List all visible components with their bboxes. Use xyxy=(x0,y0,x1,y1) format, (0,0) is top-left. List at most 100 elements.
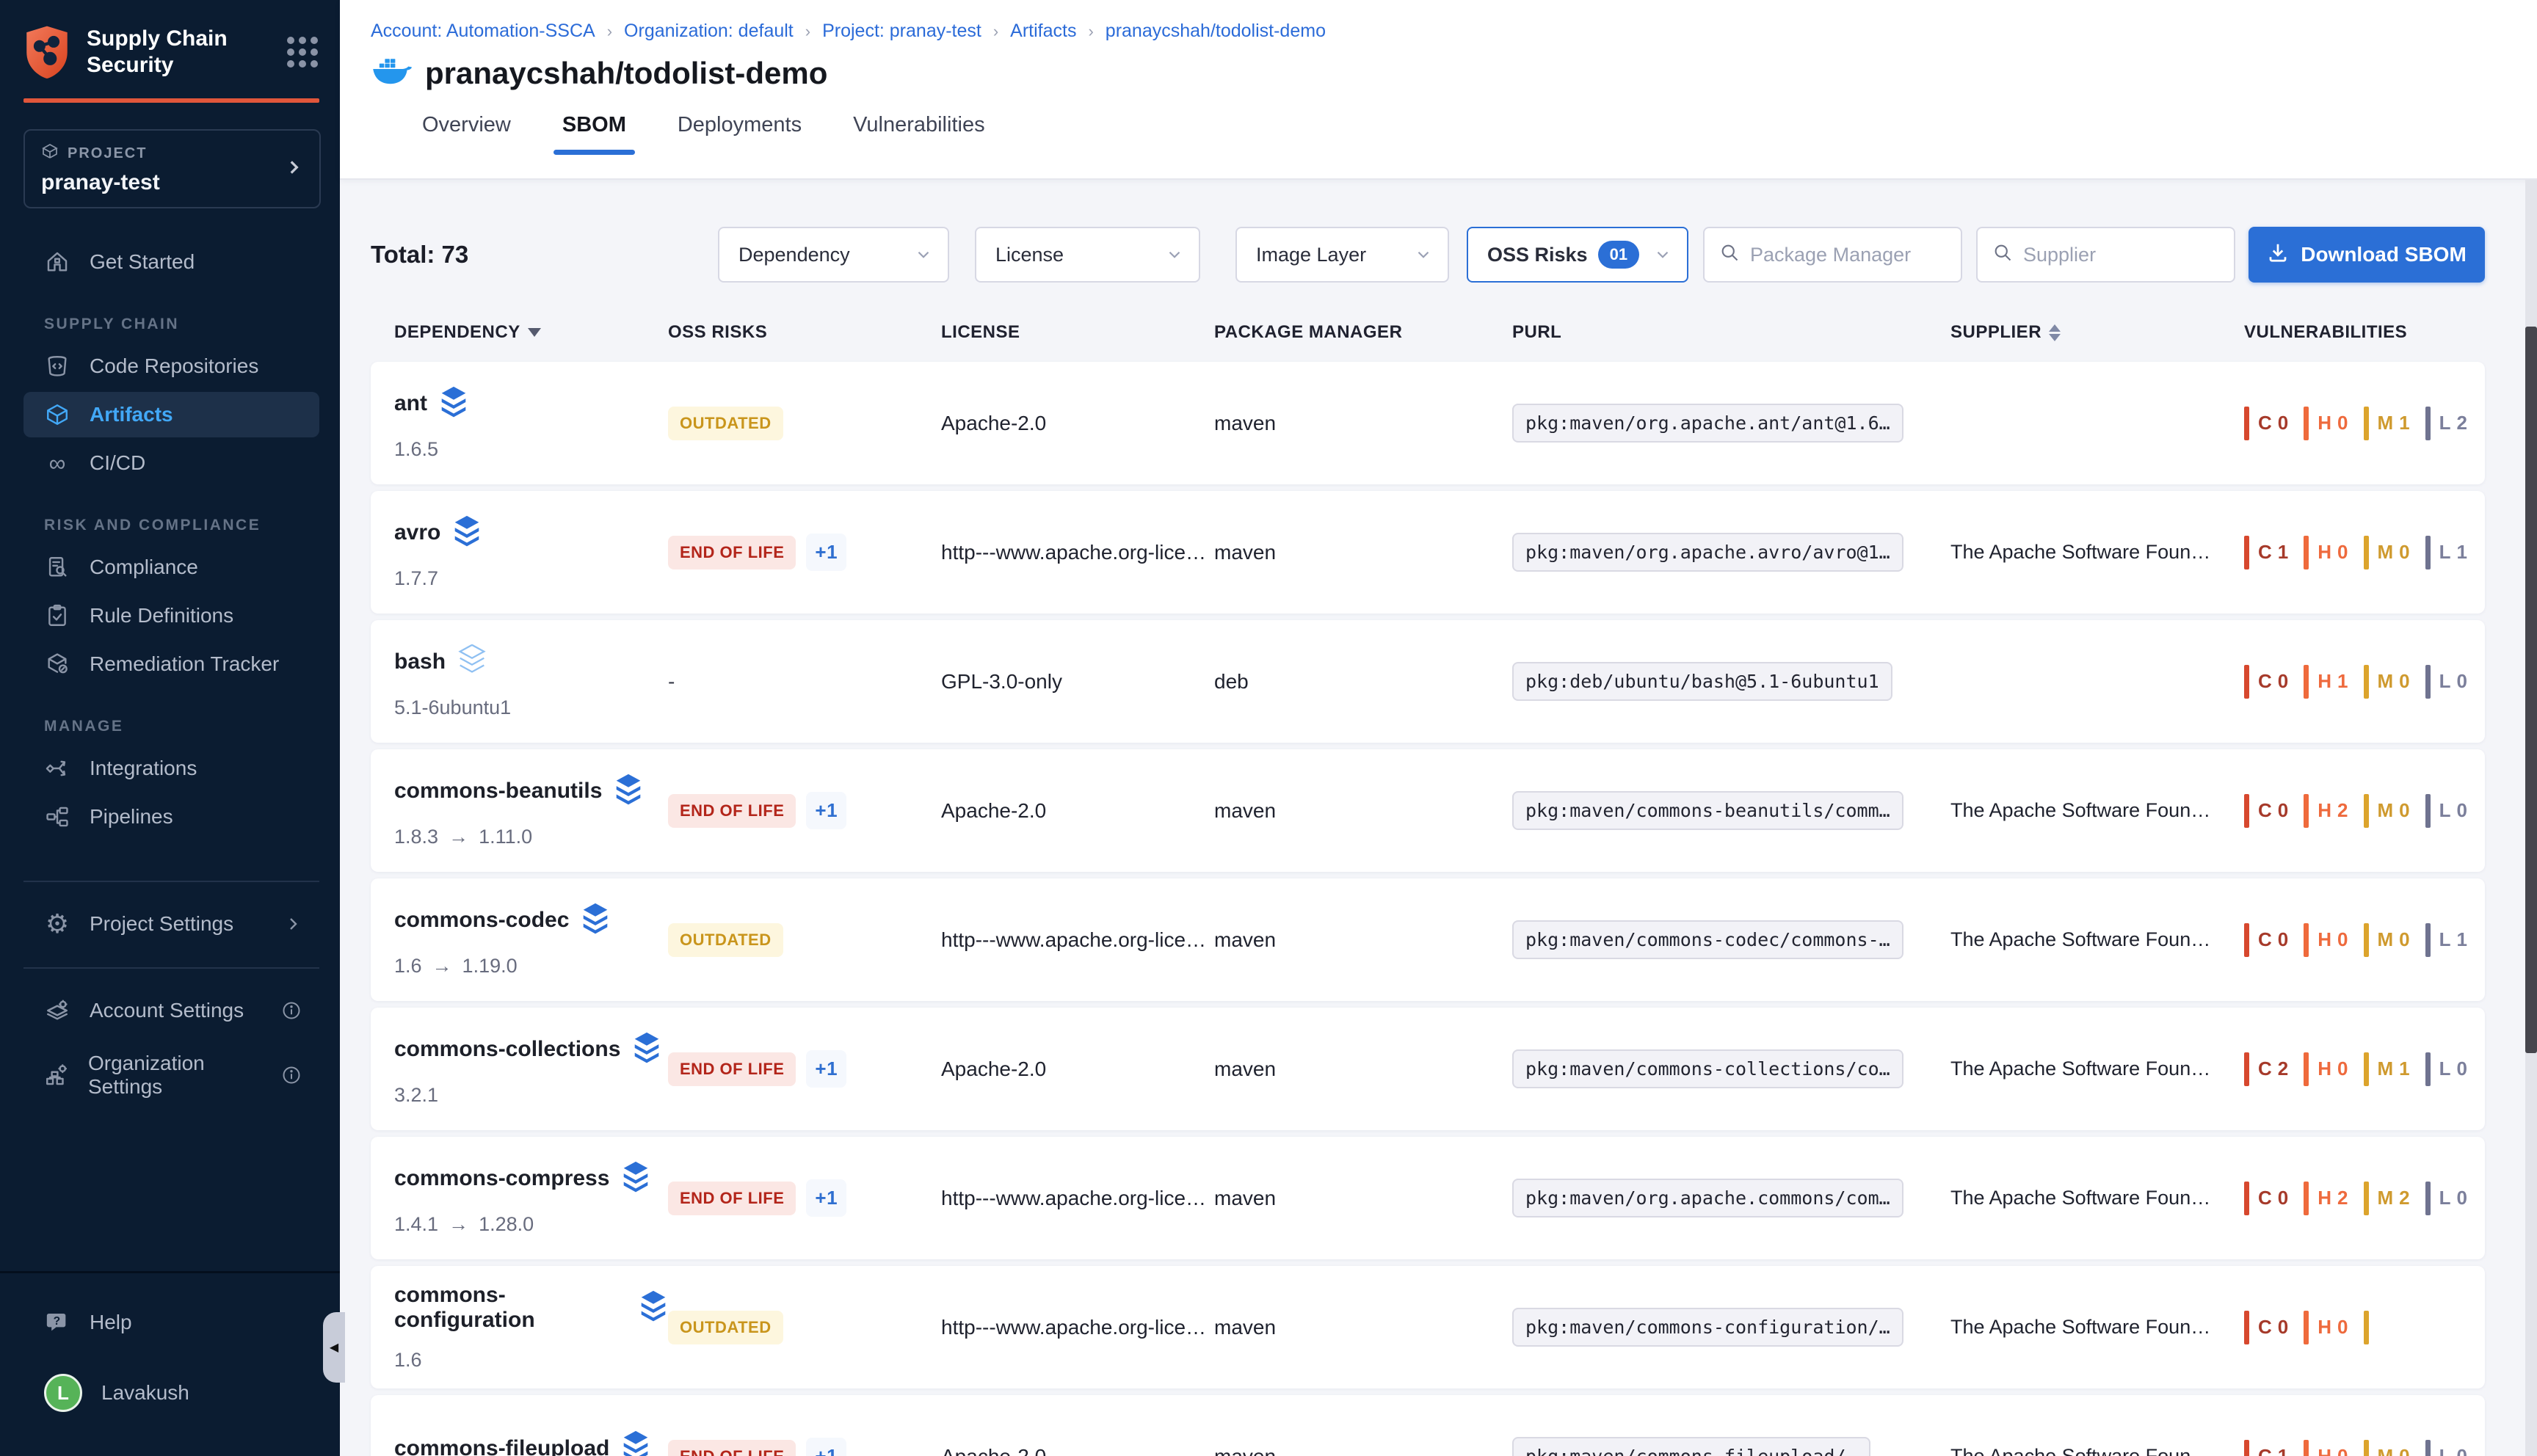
risk-more-badge[interactable]: +1 xyxy=(806,534,846,571)
purl-chip[interactable]: pkg:maven/org.apache.ant/ant@1.6… xyxy=(1512,404,1903,443)
sidebar-item-rule-definitions[interactable]: Rule Definitions xyxy=(23,593,319,638)
content: Total: 73 Dependency License Image Layer… xyxy=(340,180,2537,1456)
risk-more-badge[interactable]: +1 xyxy=(806,792,846,829)
tab-deployments[interactable]: Deployments xyxy=(678,113,802,153)
chevron-down-icon xyxy=(1653,245,1672,264)
sidebar-item-artifacts[interactable]: Artifacts xyxy=(23,392,319,437)
upgrade-arrow-icon: → xyxy=(449,1213,468,1236)
purl-chip[interactable]: pkg:maven/commons-collections/co… xyxy=(1512,1049,1903,1088)
package-manager-search[interactable] xyxy=(1703,227,1962,283)
dependency-filter[interactable]: Dependency xyxy=(718,227,949,283)
package-manager-input[interactable] xyxy=(1750,244,1946,266)
sidebar-item-ci-cd[interactable]: ∞CI/CD xyxy=(23,440,319,486)
dependency-name[interactable]: ant xyxy=(394,391,427,416)
table-row[interactable]: commons-codec 1.6→1.19.0 OUTDATED http--… xyxy=(371,878,2485,1001)
breadcrumb-link[interactable]: pranaycshah/todolist-demo xyxy=(1106,21,1326,42)
supplier-search[interactable] xyxy=(1976,227,2235,283)
column-header-oss-risks[interactable]: OSS RISKS xyxy=(668,322,941,343)
oss-risk-cell: END OF LIFE+1 xyxy=(668,1179,941,1217)
dependency-name[interactable]: avro xyxy=(394,520,440,545)
dependency-version: 1.4.1→1.28.0 xyxy=(394,1213,534,1236)
sidebar-item-user[interactable]: L Lavakush xyxy=(23,1370,319,1416)
dependency-name[interactable]: bash xyxy=(394,649,446,674)
tab-sbom[interactable]: SBOM xyxy=(562,113,626,153)
purl-chip[interactable]: pkg:maven/org.apache.avro/avro@1… xyxy=(1512,533,1903,572)
dependency-name[interactable]: commons-codec xyxy=(394,908,569,933)
risk-more-badge[interactable]: +1 xyxy=(806,1179,846,1217)
breadcrumb-link[interactable]: Organization: default xyxy=(624,21,794,42)
supplier-input[interactable] xyxy=(2023,244,2219,266)
vuln-l-count: L0 xyxy=(2425,1182,2468,1215)
info-icon xyxy=(281,1000,302,1021)
risk-more-badge[interactable]: +1 xyxy=(806,1438,846,1456)
table-row[interactable]: commons-compress 1.4.1→1.28.0 END OF LIF… xyxy=(371,1137,2485,1259)
sidebar-item-compliance[interactable]: Compliance xyxy=(23,545,319,590)
project-selector[interactable]: PROJECT pranay-test xyxy=(23,129,321,208)
sidebar-item-code-repositories[interactable]: Code Repositories xyxy=(23,343,319,389)
breadcrumb-link[interactable]: Project: pranay-test xyxy=(822,21,981,42)
scrollbar-track[interactable] xyxy=(2525,180,2537,1456)
nav-section-label: MANAGE xyxy=(44,718,340,735)
table-row[interactable]: commons-collections 3.2.1 END OF LIFE+1 … xyxy=(371,1008,2485,1130)
svg-text:?: ? xyxy=(54,1315,61,1328)
sort-desc-icon xyxy=(528,328,541,337)
sidebar-item-project-settings[interactable]: ⚙Project Settings xyxy=(23,901,319,947)
purl-chip[interactable]: pkg:deb/ubuntu/bash@5.1-6ubuntu1 xyxy=(1512,662,1892,701)
table-row[interactable]: commons-fileupload END OF LIFE+1 Apache-… xyxy=(371,1395,2485,1456)
download-sbom-button[interactable]: Download SBOM xyxy=(2249,227,2485,283)
vulnerabilities-cell: C0H2M0L0 xyxy=(2244,794,2485,828)
oss-risks-filter[interactable]: OSS Risks01 xyxy=(1467,227,1688,283)
chevron-right-icon xyxy=(284,158,303,181)
vuln-h-count: H0 xyxy=(2304,923,2348,957)
column-header-supplier[interactable]: SUPPLIER xyxy=(1950,322,2244,343)
column-header-license[interactable]: LICENSE xyxy=(941,322,1214,343)
download-icon xyxy=(2267,241,2289,269)
app-title: Supply ChainSecurity xyxy=(87,26,228,79)
table-row[interactable]: ant 1.6.5 OUTDATED Apache-2.0 maven pkg:… xyxy=(371,362,2485,484)
purl-chip[interactable]: pkg:maven/commons-codec/commons-… xyxy=(1512,920,1903,959)
purl-chip[interactable]: pkg:maven/commons-fileupload/… xyxy=(1512,1437,1870,1456)
package-manager-cell: maven xyxy=(1214,541,1512,564)
dependency-name[interactable]: commons-beanutils xyxy=(394,779,602,804)
dependency-version: 1.7.7 xyxy=(394,567,438,590)
table-row[interactable]: commons-configuration 1.6 OUTDATED http-… xyxy=(371,1266,2485,1388)
license-filter[interactable]: License xyxy=(975,227,1200,283)
purl-chip[interactable]: pkg:maven/commons-beanutils/comm… xyxy=(1512,791,1903,830)
project-label: PROJECT xyxy=(68,145,147,162)
column-header-vulnerabilities[interactable]: VULNERABILITIES xyxy=(2244,322,2485,343)
license-cell: Apache-2.0 xyxy=(941,412,1214,435)
tab-vulnerabilities[interactable]: Vulnerabilities xyxy=(853,113,984,153)
purl-chip[interactable]: pkg:maven/commons-configuration/… xyxy=(1512,1308,1903,1347)
supplier-cell: The Apache Software Foun… xyxy=(1950,541,2244,564)
app-switcher-icon[interactable] xyxy=(287,37,318,68)
sidebar-collapse-handle[interactable]: ◀ xyxy=(323,1312,345,1383)
chevron-down-icon xyxy=(1414,245,1433,264)
dependency-name[interactable]: commons-fileupload xyxy=(394,1436,609,1456)
dependency-name[interactable]: commons-configuration xyxy=(394,1283,627,1333)
vuln-c-count: C1 xyxy=(2244,536,2289,569)
risk-more-badge[interactable]: +1 xyxy=(806,1050,846,1088)
image-layer-filter[interactable]: Image Layer xyxy=(1235,227,1449,283)
breadcrumb-link[interactable]: Artifacts xyxy=(1010,21,1076,42)
sidebar-item-integrations[interactable]: Integrations xyxy=(23,746,319,791)
column-header-dependency[interactable]: DEPENDENCY xyxy=(371,322,668,343)
table-row[interactable]: avro 1.7.7 END OF LIFE+1 http---www.apac… xyxy=(371,491,2485,614)
breadcrumb-link[interactable]: Account: Automation-SSCA xyxy=(371,21,595,42)
purl-chip[interactable]: pkg:maven/org.apache.commons/com… xyxy=(1512,1179,1903,1217)
sidebar-item-remediation-tracker[interactable]: Remediation Tracker xyxy=(23,641,319,687)
tab-overview[interactable]: Overview xyxy=(422,113,511,153)
sidebar-item-help[interactable]: ? Help xyxy=(23,1300,319,1345)
column-header-package-manager[interactable]: PACKAGE MANAGER xyxy=(1214,322,1512,343)
share-icon xyxy=(44,755,70,782)
dependency-name[interactable]: commons-collections xyxy=(394,1037,620,1062)
scrollbar-thumb[interactable] xyxy=(2525,327,2537,1053)
sidebar-item-organization-settings[interactable]: Organization Settings xyxy=(23,1052,319,1098)
dependency-name[interactable]: commons-compress xyxy=(394,1166,609,1191)
sidebar-item-account-settings[interactable]: Account Settings xyxy=(23,988,319,1033)
column-header-purl[interactable]: PURL xyxy=(1512,322,1950,343)
chevron-right-icon xyxy=(284,915,302,933)
table-row[interactable]: commons-beanutils 1.8.3→1.11.0 END OF LI… xyxy=(371,749,2485,872)
table-row[interactable]: bash 5.1-6ubuntu1 - GPL-3.0-only deb pkg… xyxy=(371,620,2485,743)
sidebar-item-get-started[interactable]: Get Started xyxy=(23,239,319,285)
sidebar-item-pipelines[interactable]: Pipelines xyxy=(23,794,319,840)
